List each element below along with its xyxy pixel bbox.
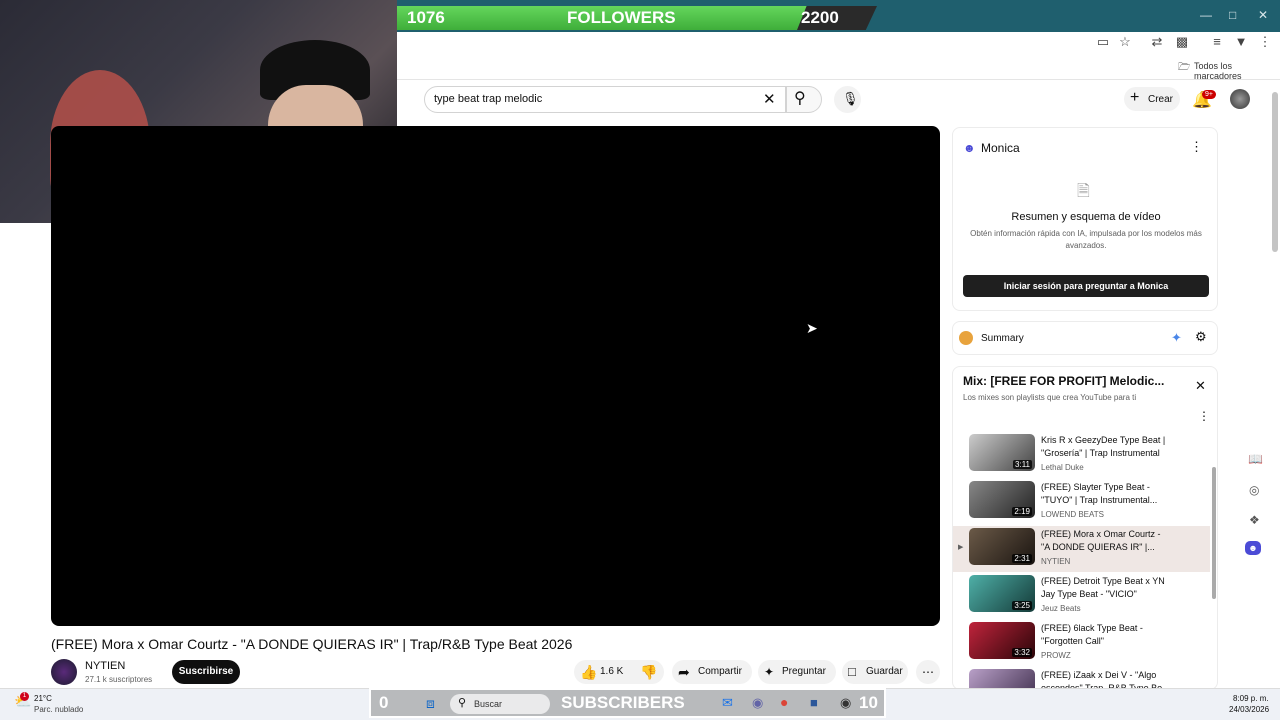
page-scrollbar[interactable]: [1272, 92, 1278, 252]
microphone-icon[interactable]: 🎙: [842, 91, 859, 107]
chrome-icon[interactable]: ●: [780, 694, 788, 710]
monica-heading: Resumen y esquema de vídeo: [1011, 211, 1161, 223]
search-query[interactable]: type beat trap melodic: [434, 93, 542, 105]
target-icon[interactable]: ◎: [1249, 483, 1259, 497]
translate-icon[interactable]: ⇄: [1150, 35, 1164, 49]
all-bookmarks-link[interactable]: Todos los marcadores: [1194, 61, 1280, 81]
monica-logo-icon: ☻: [963, 141, 976, 155]
close-window-icon[interactable]: ✕: [1258, 8, 1268, 22]
clock-time[interactable]: 8:09 p. m.: [1233, 694, 1269, 703]
clear-search-icon[interactable]: ✕: [763, 90, 776, 108]
settings-gear-icon[interactable]: ⚙: [1195, 329, 1207, 345]
close-mix-icon[interactable]: ✕: [1195, 378, 1206, 394]
monica-description: Obtén información rápida con IA, impulsa…: [970, 229, 1202, 250]
channel-subscribers: 27.1 k suscriptores: [85, 675, 153, 684]
followers-goal: 2200: [801, 8, 839, 27]
summary-logo-icon: [959, 331, 973, 345]
browser-menu-icon[interactable]: ⋮: [1258, 35, 1272, 49]
minimize-icon[interactable]: —: [1200, 8, 1212, 22]
share-icon[interactable]: ➦: [678, 660, 690, 684]
playlist-item[interactable]: 3:32 (FREE) 6lack Type Beat - "Forgotten…: [969, 622, 1209, 666]
video-thumbnail: 3:25: [969, 575, 1035, 612]
like-icon[interactable]: 👍: [580, 660, 597, 684]
app-icon[interactable]: ◉: [840, 695, 851, 711]
avatar[interactable]: [1230, 89, 1250, 109]
save-button[interactable]: Guardar: [866, 660, 903, 684]
monica-menu-icon[interactable]: ⋮: [1190, 139, 1203, 155]
search-icon[interactable]: ⚲: [794, 88, 806, 108]
video-thumbnail: 3:11: [969, 434, 1035, 471]
profile-shield-icon[interactable]: ▼: [1234, 35, 1248, 49]
mix-title[interactable]: Mix: [FREE FOR PROFIT] Melodic...: [963, 374, 1164, 388]
restore-icon[interactable]: □: [1229, 8, 1236, 22]
ask-button[interactable]: Preguntar: [782, 660, 826, 684]
extensions-icon[interactable]: ▩: [1175, 35, 1189, 49]
subscribers-goal-overlay: 0 SUBSCRIBERS 10: [369, 688, 886, 718]
book-icon[interactable]: 📖: [1248, 452, 1263, 466]
cursor-icon: ➤: [806, 320, 818, 336]
mix-subtitle: Los mixes son playlists que crea YouTube…: [963, 393, 1137, 402]
install-app-icon[interactable]: ▭: [1096, 35, 1110, 49]
search-icon: ⚲: [458, 697, 467, 709]
summary-label: Summary: [981, 333, 1024, 344]
sparkle-icon[interactable]: ✦: [1171, 330, 1182, 346]
mix-menu-icon[interactable]: ⋮: [1198, 409, 1210, 423]
share-button[interactable]: Compartir: [698, 660, 742, 684]
playlist-item[interactable]: 3:25 (FREE) Detroit Type Beat x YN Jay T…: [969, 575, 1209, 619]
video-thumbnail: 2:19: [969, 481, 1035, 518]
now-playing-icon: ▶: [958, 544, 964, 551]
followers-goal-overlay: 1076 FOLLOWERS 2200: [397, 6, 877, 30]
video-thumbnail: 3:32: [969, 622, 1035, 659]
followers-label: FOLLOWERS: [567, 8, 676, 27]
bookmark-star-icon[interactable]: ☆: [1118, 35, 1132, 49]
mix-playlist-panel: Mix: [FREE FOR PROFIT] Melodic... Los mi…: [952, 366, 1218, 706]
video-player[interactable]: [51, 126, 940, 626]
channel-name[interactable]: NYTIEN: [85, 660, 125, 672]
dislike-icon[interactable]: 👎: [640, 660, 657, 684]
word-icon[interactable]: ■: [810, 695, 818, 710]
mail-icon[interactable]: ✉: [722, 695, 733, 711]
taskbar-search[interactable]: ⚲ Buscar: [450, 694, 550, 714]
channel-avatar[interactable]: [51, 659, 77, 685]
followers-current: 1076: [407, 8, 445, 27]
weather-temp[interactable]: 21°C: [34, 694, 52, 703]
monica-title: Monica: [981, 141, 1020, 155]
browser-toolbar: [397, 32, 1280, 54]
folder-icon: 🗁: [1178, 62, 1191, 73]
document-icon: 🗎: [1077, 183, 1090, 200]
video-title: (FREE) Mora x Omar Courtz - "A DONDE QUI…: [51, 636, 573, 652]
bookmarks-bar: [397, 54, 1280, 80]
more-actions-icon[interactable]: ⋯: [916, 660, 940, 684]
notifications-badge: 9+: [1202, 90, 1216, 99]
like-count[interactable]: 1.6 K: [600, 660, 623, 684]
media-control-icon[interactable]: ≡: [1210, 35, 1224, 49]
playlist-item[interactable]: 2:19 (FREE) Slayter Type Beat - "TUYO" |…: [969, 481, 1209, 525]
subscribe-button[interactable]: Suscribirse: [172, 660, 240, 684]
monica-panel: ☻ Monica ⋮ 🗎 Resumen y esquema de vídeo …: [952, 127, 1218, 311]
plus-icon: +: [1130, 89, 1140, 106]
playlist-item[interactable]: 3:11 Kris R x GeezyDee Type Beat | "Gros…: [969, 434, 1209, 478]
weather-description[interactable]: Parc. nublado: [34, 705, 83, 714]
clock-date[interactable]: 24/03/2026: [1229, 705, 1269, 714]
playlist-item-current[interactable]: 2:31 (FREE) Mora x Omar Courtz - "A DOND…: [969, 528, 1209, 572]
monica-sidebar-icon[interactable]: ☻: [1245, 541, 1261, 555]
monica-login-button[interactable]: Iniciar sesión para preguntar a Monica: [963, 275, 1209, 297]
apps-icon[interactable]: ❖: [1249, 513, 1260, 527]
weather-badge: 1: [20, 692, 29, 701]
playlist-scrollbar[interactable]: [1212, 467, 1216, 599]
create-button[interactable]: + Crear: [1124, 87, 1180, 111]
windows-start-icon[interactable]: ⧈: [426, 695, 435, 712]
teams-icon[interactable]: ◉: [752, 695, 763, 711]
sparkle-icon[interactable]: ✦: [764, 660, 774, 684]
video-thumbnail: 2:31: [969, 528, 1035, 565]
save-icon[interactable]: □: [848, 660, 856, 684]
summary-bar[interactable]: Summary ✦ ⚙: [952, 321, 1218, 355]
